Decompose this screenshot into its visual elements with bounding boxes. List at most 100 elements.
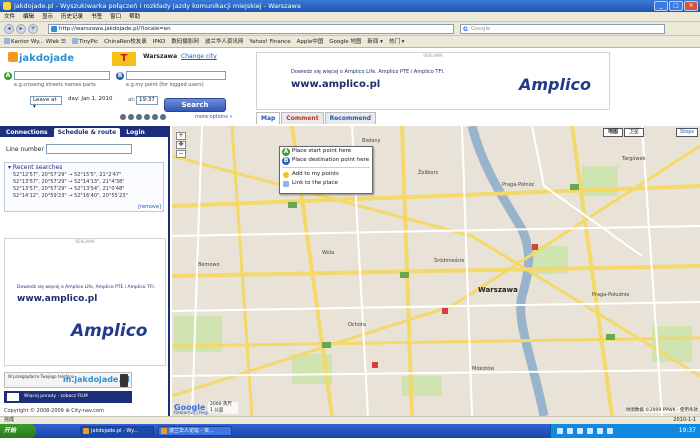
search-button[interactable]: Search <box>164 98 226 112</box>
map-footer: Google Reklamuj | Regulamin 2000 英尺 1 公里… <box>172 402 700 416</box>
top-advertisement[interactable]: REKLAMA Dowiedz się więcej o Amplico Lif… <box>256 52 610 110</box>
tray-icon[interactable] <box>597 428 603 434</box>
pan-icon[interactable]: ✥ <box>176 141 186 149</box>
menu-window[interactable]: 窗口 <box>110 12 121 21</box>
bookmark-item[interactable]: Apple中国 <box>297 36 324 47</box>
bookmark-item[interactable]: ChinaRen校友录 <box>104 36 147 47</box>
bookmark-icon <box>4 38 10 44</box>
link-icon <box>283 180 289 187</box>
map-type-satellite[interactable]: 卫星 <box>623 128 644 137</box>
recent-row[interactable]: 52°13'57", 20°57'29" → 52°13'54", 21°0'4… <box>5 186 163 193</box>
ztm-logo: T <box>112 52 136 66</box>
taskbar-item[interactable]: jakdojade.pl - Wy... <box>80 426 154 436</box>
tab-schedule-route[interactable]: Schedule & route <box>53 128 121 137</box>
map-view[interactable]: Bemowo Wola Ochota Praga-Północ Praga-Po… <box>172 126 700 416</box>
district-label: Żoliborz <box>418 170 439 176</box>
add-to-points-item[interactable]: Add to my points <box>280 170 372 179</box>
menu-help[interactable]: 帮助 <box>129 12 140 21</box>
zoom-in-button[interactable]: + <box>176 132 186 140</box>
tab-connections[interactable]: Connections <box>2 128 52 137</box>
place-start-item[interactable]: A Place start point here <box>280 147 372 156</box>
to-input[interactable] <box>126 71 226 80</box>
stops-button[interactable]: Stops <box>676 128 698 137</box>
site-logo[interactable]: jakdojade <box>8 52 74 64</box>
tray-icon[interactable] <box>577 428 583 434</box>
tab-recommend[interactable]: Recommend <box>324 112 377 124</box>
bookmark-item[interactable]: Kantor Wy... Wlek ☰ <box>4 36 66 47</box>
side-advertisement[interactable]: REKLAMA Dowiedz się więcej o Amplico Lif… <box>4 238 166 366</box>
side-tabs: Connections Schedule & route Login <box>0 126 170 137</box>
title-bar: jakdojade.pl - Wyszukiwarka połączeń i r… <box>0 0 700 12</box>
mobile-banner[interactable]: W przeglądarce Twojego telefonu m.jakdoj… <box>4 372 132 388</box>
tray-icon[interactable] <box>567 428 573 434</box>
change-city-link[interactable]: Change city <box>181 53 217 60</box>
bookmark-item[interactable]: 热门 ▾ <box>389 36 405 47</box>
route-marker <box>606 334 615 340</box>
major-road <box>172 264 700 278</box>
start-button[interactable]: 开始 <box>0 424 36 438</box>
video-banner[interactable]: Więcej porady - zobacz FILM <box>4 391 132 403</box>
bookmark-item[interactable]: Yahoo! Finance <box>249 36 290 47</box>
line-number-input[interactable] <box>46 144 132 154</box>
menu-file[interactable]: 文件 <box>4 12 15 21</box>
tram-icon[interactable] <box>136 114 142 120</box>
recent-row[interactable]: 52°14'12", 20°59'23" → 52°16'40", 20°55'… <box>5 193 163 200</box>
walk-icon[interactable] <box>120 114 126 120</box>
clock[interactable]: 19:37 <box>679 424 696 438</box>
minimize-button[interactable]: _ <box>654 1 668 11</box>
browser-icon <box>83 428 89 434</box>
link-to-place-item[interactable]: Link to the place <box>280 179 372 188</box>
menu-bookmarks[interactable]: 书签 <box>91 12 102 21</box>
recent-searches: ▾ Recent searches 52°12'57", 20°57'29" →… <box>4 162 164 212</box>
menu-history[interactable]: 历史记录 <box>61 12 83 21</box>
from-input[interactable] <box>14 71 110 80</box>
favicon-icon <box>51 26 57 32</box>
bookmark-item[interactable]: 数码摄影网 <box>171 36 199 47</box>
map-copyright: 地图数据 ©2009 PPWK - 使用条款 <box>625 407 698 413</box>
from-hint: e.g.crossing streets names parts <box>14 82 96 88</box>
recent-row[interactable]: 52°13'57", 20°57'29" → 52°14'13", 21°4'3… <box>5 179 163 186</box>
place-destination-item[interactable]: B Place destination point here <box>280 156 372 165</box>
bookmark-item[interactable]: TinyPic <box>71 36 98 47</box>
bike-icon[interactable] <box>160 114 166 120</box>
menu-edit[interactable]: 编辑 <box>23 12 34 21</box>
add-icon[interactable]: + <box>28 24 38 34</box>
map-context-menu: A Place start point here B Place destinati… <box>279 146 373 194</box>
menu-view[interactable]: 显示 <box>42 12 53 21</box>
bus-mode-icon[interactable] <box>128 114 134 120</box>
taskbar-item[interactable]: 波兰华人论坛 - 资... <box>158 426 232 436</box>
more-options-link[interactable]: more options » <box>195 114 233 120</box>
train-icon[interactable] <box>152 114 158 120</box>
metro-icon[interactable] <box>144 114 150 120</box>
tray-icon[interactable] <box>557 428 563 434</box>
remove-link[interactable]: [remove] <box>138 204 161 210</box>
forward-button[interactable]: ▸ <box>16 24 26 34</box>
tab-login[interactable]: Login <box>122 128 149 137</box>
tray-icon[interactable] <box>587 428 593 434</box>
phone-icon <box>120 374 128 387</box>
leave-at-select[interactable]: Leave at ▾ <box>30 96 62 110</box>
address-bar[interactable]: http://warszawa.jakdojade.pl/?locale=en <box>48 24 454 34</box>
bookmark-item[interactable]: IPKO <box>153 36 166 47</box>
zoom-control: + ✥ − <box>176 132 190 162</box>
system-tray: 19:37 <box>550 424 700 438</box>
time-input[interactable]: 19:37 <box>136 96 158 105</box>
volume-icon[interactable] <box>607 428 613 434</box>
recent-title[interactable]: ▾ Recent searches <box>5 163 163 172</box>
search-input[interactable]: G Google <box>460 24 665 34</box>
map-type-map[interactable]: 地图 <box>602 128 623 137</box>
district-label: Mokotów <box>472 366 495 372</box>
bus-icon <box>8 52 18 62</box>
maximize-button[interactable]: □ <box>669 1 683 11</box>
back-button[interactable]: ◂ <box>4 24 14 34</box>
bookmark-item[interactable]: 新闻 ▾ <box>367 36 383 47</box>
tab-map[interactable]: Map <box>256 112 281 124</box>
zoom-out-button[interactable]: − <box>176 150 186 158</box>
bookmark-item[interactable]: 波兰华人资讯网 <box>205 36 244 47</box>
tab-comment[interactable]: Comment <box>281 112 324 124</box>
bookmark-item[interactable]: Google 地图 <box>329 36 361 47</box>
date-field[interactable]: day: Jan 1, 2010 <box>66 96 126 105</box>
recent-row[interactable]: 52°12'57", 20°57'29" → 52°15'5", 21°2'47… <box>5 172 163 179</box>
close-button[interactable]: × <box>684 1 698 11</box>
play-icon <box>7 393 19 401</box>
